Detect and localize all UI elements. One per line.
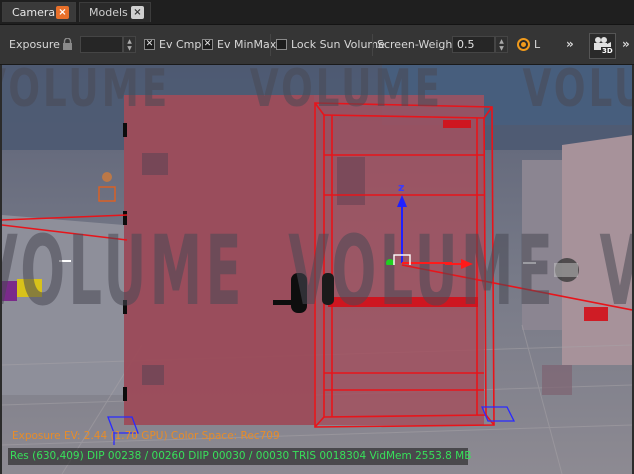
watermark-text: VOLUME	[249, 65, 443, 119]
ev-cmp-label: Ev Cmp	[159, 38, 202, 51]
tab-models[interactable]: Models ×	[79, 2, 151, 22]
ev-minmax-checkbox[interactable]: ✕	[202, 39, 213, 50]
viewport-3d[interactable]: VOLUME VOLUME VOLUME VOLUME VOLUME VOLUM…	[2, 65, 632, 474]
toolbar-divider	[372, 34, 373, 56]
watermark-text: VOLUME	[599, 215, 632, 327]
tab-models-label: Models	[89, 6, 128, 19]
lock-sun-volume-label: Lock Sun Volume	[291, 38, 385, 51]
light-radio-button[interactable]	[517, 38, 530, 51]
exposure-status-text: Exposure EV: 2.44 (1.70 GPU) Color Space…	[12, 430, 280, 442]
watermark-row: VOLUME VOLUME VOLUME	[2, 215, 632, 327]
light-label: L	[534, 38, 541, 51]
screen-weight-input[interactable]: 0.5	[452, 36, 495, 53]
watermark-text: VOLUME	[2, 215, 245, 327]
tab-models-close-icon[interactable]: ×	[131, 6, 144, 19]
watermark-text: VOLUME	[522, 65, 632, 119]
exposure-input[interactable]	[80, 36, 123, 53]
ev-minmax-label: Ev MinMax	[217, 38, 277, 51]
lock-sun-volume-checkbox[interactable]	[276, 39, 287, 50]
camera-toolbar: Exposure ▲ ▼ ✕ Ev Cmp ✕ Ev MinMax Lock Su…	[0, 25, 634, 65]
tab-bar: Camera × Models ×	[0, 0, 634, 25]
tab-camera-label: Camera	[12, 6, 56, 19]
chevron-double-right-icon[interactable]: »	[622, 37, 630, 51]
axis-gizmo-icon[interactable]	[362, 175, 452, 265]
tab-camera-close-icon[interactable]: ×	[56, 6, 69, 19]
exposure-label: Exposure	[9, 38, 60, 51]
camera-3d-button[interactable]: 3D	[589, 33, 616, 59]
render-stats-text: Res (630,409) DIP 00238 / 00260 DIIP 000…	[10, 450, 472, 462]
ev-cmp-checkbox[interactable]: ✕	[144, 39, 155, 50]
watermark-text: VOLUME	[2, 65, 171, 119]
axis-x-arrow-icon	[445, 259, 473, 269]
tab-camera[interactable]: Camera ×	[2, 2, 76, 22]
toolbar-divider	[270, 34, 271, 56]
chevron-double-right-icon[interactable]: »	[566, 37, 574, 51]
watermark-row: VOLUME VOLUME VOLUME	[2, 65, 632, 119]
lock-icon[interactable]	[62, 38, 73, 50]
axis-z-label: z	[398, 181, 405, 194]
exposure-spin-arrows-icon[interactable]: ▲ ▼	[123, 36, 136, 53]
camera-3d-badge: 3D	[601, 47, 614, 55]
screen-weight-spin-arrows-icon[interactable]: ▲ ▼	[495, 36, 508, 53]
screen-weight-label: Screen-Weight	[377, 38, 457, 51]
